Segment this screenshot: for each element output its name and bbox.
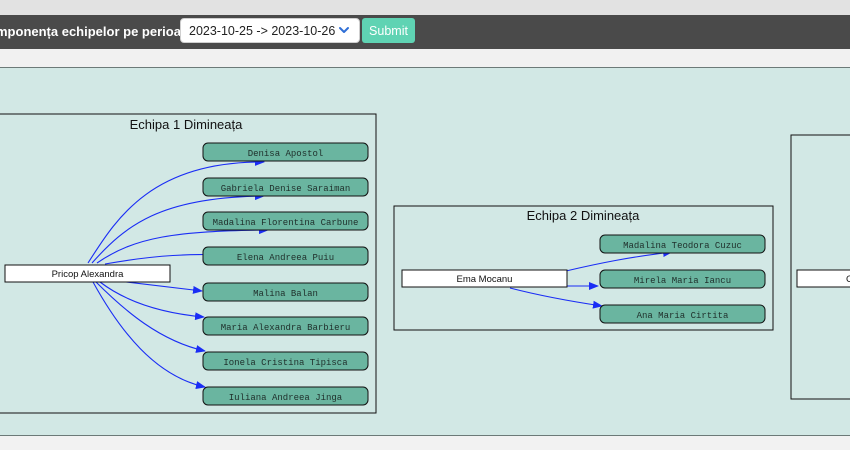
edge-2-1 [565,249,673,272]
team-1-member-8[interactable]: Iuliana Andreea Jinga [202,386,369,406]
team-2-lead-name: Ema Mocanu [457,274,513,285]
team-1-lead-name: Pricop Alexandra [52,269,125,280]
team-1-member-1[interactable]: Denisa Apostol [202,142,369,162]
team-3-lead-name: C [846,274,850,285]
team-1-member-2[interactable]: Gabriela Denise Saraiman [202,177,369,197]
member-name: Mirela Maria Iancu [634,276,731,286]
edge-2-3 [509,287,603,309]
member-name: Malina Balan [253,289,318,299]
team-1-member-6[interactable]: Maria Alexandra Barbieru [202,316,369,336]
member-name: Ionela Cristina Tipisca [223,358,348,368]
separator-bar [0,49,850,67]
edge-1-8 [92,281,206,389]
team-2-member-1[interactable]: Madalina Teodora Cuzuc [599,234,766,254]
team-cluster-1: Echipa 1 Dimineața Pricop Alexandra Deni… [0,113,377,414]
team-1-member-7[interactable]: Ionela Cristina Tipisca [202,351,369,371]
team-3-lead-node[interactable]: C [796,269,850,288]
member-name: Elena Andreea Puiu [237,253,334,263]
member-name: Ana Maria Cirtita [637,311,729,321]
submit-button[interactable]: Submit [362,18,415,43]
team-2-member-2[interactable]: Mirela Maria Iancu [599,269,766,289]
page-title: mponența echipelor pe perioadă [0,24,197,39]
team-1-member-3[interactable]: Madalina Florentina Carbune [202,211,369,231]
member-name: Madalina Teodora Cuzuc [623,241,742,251]
bottom-bar [0,436,850,450]
team-1-member-5[interactable]: Malina Balan [202,282,369,302]
team-1-member-4[interactable]: Elena Andreea Puiu [202,246,369,266]
period-select[interactable]: 2023-10-25 -> 2023-10-26 [180,18,360,43]
member-name: Maria Alexandra Barbieru [221,323,351,333]
toolbar: mponența echipelor pe perioadă [0,15,850,49]
team-2-title: Echipa 2 Dimineața [527,208,640,223]
team-3-frame [790,134,850,400]
member-name: Madalina Florentina Carbune [213,218,359,228]
member-name: Iuliana Andreea Jinga [229,393,343,403]
chevron-down-icon [339,27,349,33]
member-name: Gabriela Denise Saraiman [221,184,351,194]
team-graph-canvas[interactable]: Echipa 1 Dimineața Pricop Alexandra Deni… [0,67,850,436]
edge-1-7 [95,281,206,353]
team-2-lead-node[interactable]: Ema Mocanu [401,269,568,288]
edge-1-6 [99,281,205,321]
member-name: Denisa Apostol [248,149,324,159]
browser-top-strip [0,0,850,15]
team-3-lead-box [796,269,850,288]
team-1-lead-node[interactable]: Pricop Alexandra [4,264,171,283]
team-1-title: Echipa 1 Dimineața [130,117,243,132]
team-cluster-2: Echipa 2 Dimineața Ema Mocanu Madalina T… [393,205,774,331]
team-graph: Echipa 1 Dimineața Pricop Alexandra Deni… [0,113,850,414]
period-select-value: 2023-10-25 -> 2023-10-26 [189,24,336,38]
team-2-member-3[interactable]: Ana Maria Cirtita [599,304,766,324]
team-cluster-3: C [790,134,850,400]
